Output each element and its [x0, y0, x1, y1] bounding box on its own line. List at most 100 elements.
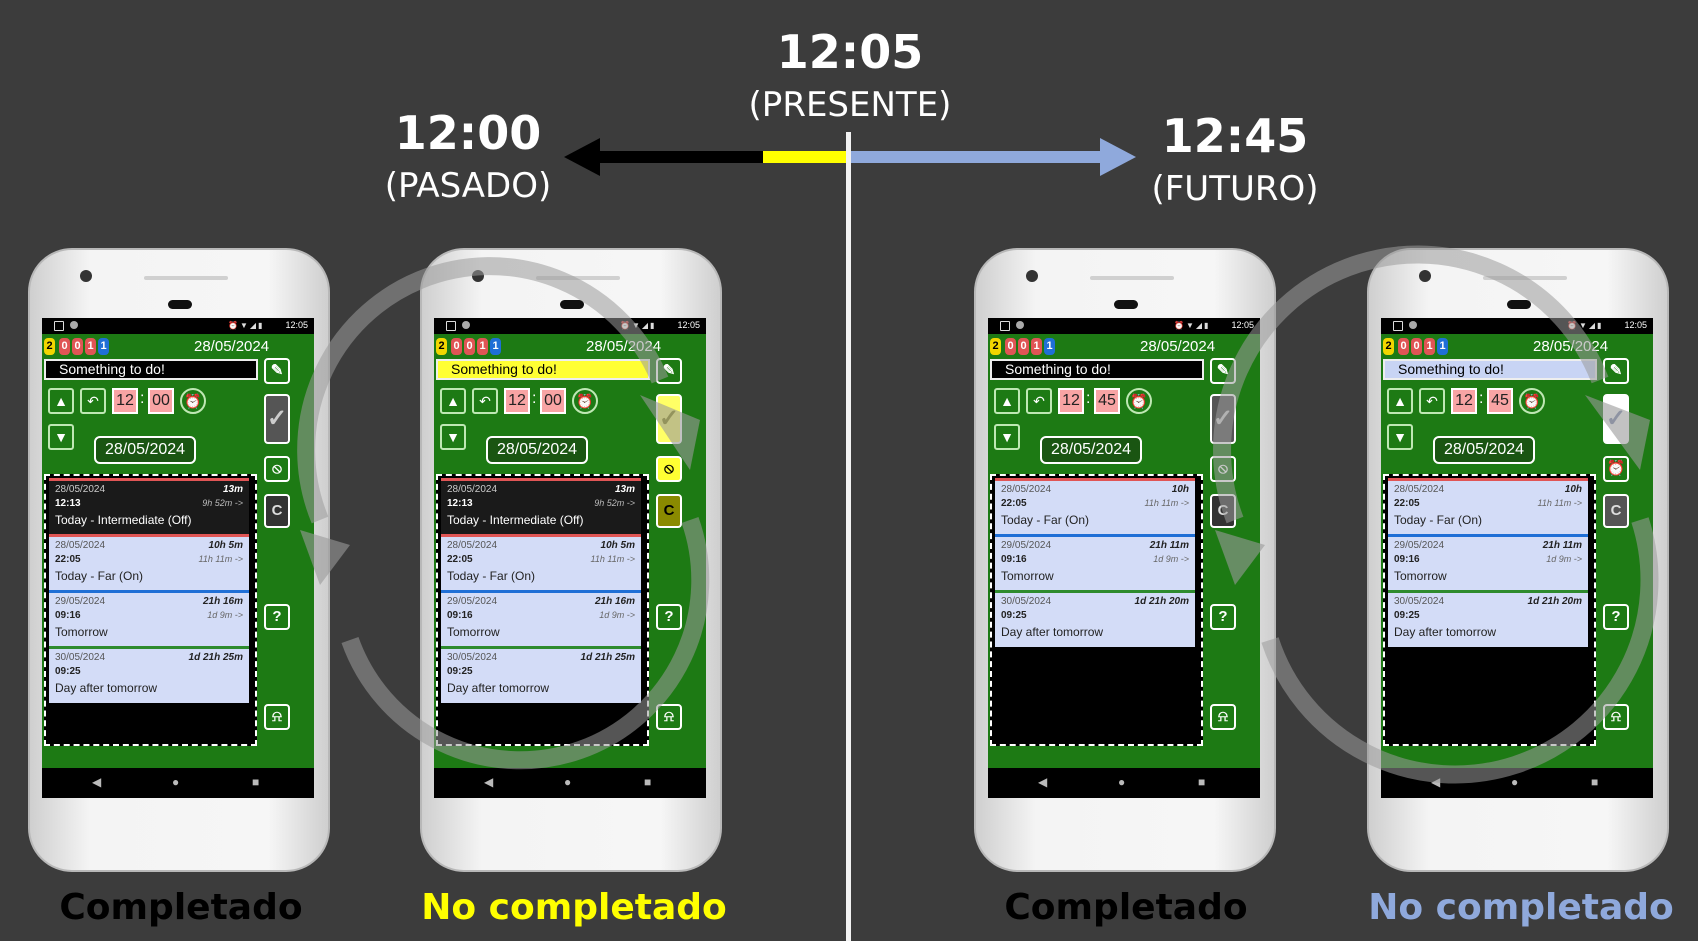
task-list: 28/05/2024 12:13 Today - Intermediate (Off… — [44, 474, 257, 746]
alarm-add-icon[interactable]: ⏰ — [1519, 388, 1545, 414]
clear-button[interactable]: C — [1603, 494, 1629, 528]
task-input[interactable]: Something to do! — [44, 359, 258, 380]
list-item[interactable]: 28/05/2024 22:05 Today - Far (On) 10h 11h 11… — [995, 478, 1195, 535]
counter-badge: 0 — [1411, 338, 1422, 355]
back-icon[interactable]: ◀ — [484, 775, 493, 789]
check-icon[interactable]: ✓ — [656, 394, 682, 444]
help-button[interactable]: ? — [656, 604, 682, 630]
arrow-down-icon[interactable]: ▼ — [1387, 424, 1413, 450]
pencil-icon[interactable]: ✎ — [264, 358, 290, 384]
list-item[interactable]: 28/05/2024 12:13 Today - Intermediate (Off… — [441, 478, 641, 535]
minute-field[interactable]: 45 — [1094, 388, 1120, 414]
task-input[interactable]: Something to do! — [1383, 359, 1597, 380]
caption-future-not-completed: No completado — [1368, 887, 1674, 928]
arrow-down-icon[interactable]: ▼ — [994, 424, 1020, 450]
recents-icon[interactable]: ■ — [644, 775, 651, 789]
signal-icon: ⏰▼◢▮ — [1567, 321, 1604, 330]
header-date: 28/05/2024 — [1533, 338, 1609, 355]
clear-button[interactable]: C — [1210, 494, 1236, 528]
hour-field[interactable]: 12 — [1451, 388, 1477, 414]
list-item[interactable]: 29/05/2024 09:16 Tomorrow 21h 11m 1d 9m -> — [995, 534, 1195, 591]
status-time: 12:05 — [1231, 320, 1254, 330]
bell-off-icon[interactable]: ⍾ — [1210, 704, 1236, 730]
back-icon[interactable]: ◀ — [92, 775, 101, 789]
list-item[interactable]: 28/05/2024 22:05 Today - Far (On) 10h 5m 11h… — [49, 534, 249, 591]
arrow-up-icon[interactable]: ▲ — [1387, 388, 1413, 414]
list-item[interactable]: 30/05/2024 09:25 Day after tomorrow 1d 21h … — [995, 590, 1195, 647]
help-button[interactable]: ? — [1210, 604, 1236, 630]
bell-off-icon[interactable]: ⍾ — [656, 704, 682, 730]
minute-field[interactable]: 00 — [148, 388, 174, 414]
check-icon[interactable]: ✓ — [1603, 394, 1629, 444]
signal-icon: ⏰▼◢▮ — [228, 321, 265, 330]
minute-field[interactable]: 45 — [1487, 388, 1513, 414]
arrow-up-icon[interactable]: ▲ — [48, 388, 74, 414]
hour-field[interactable]: 12 — [504, 388, 530, 414]
home-icon[interactable]: ● — [1118, 775, 1125, 789]
undo-icon[interactable]: ↶ — [1419, 388, 1445, 414]
list-item[interactable]: 28/05/2024 22:05 Today - Far (On) 10h 5m 11h… — [441, 534, 641, 591]
back-icon[interactable]: ◀ — [1431, 775, 1440, 789]
pencil-icon[interactable]: ✎ — [1210, 358, 1236, 384]
check-icon[interactable]: ✓ — [264, 394, 290, 444]
alarm-add-icon[interactable]: ⏰ — [1126, 388, 1152, 414]
recents-icon[interactable]: ■ — [1198, 775, 1205, 789]
bell-off-icon[interactable]: ⍾ — [1603, 704, 1629, 730]
alarm-off-icon[interactable]: ⦸ — [264, 456, 290, 482]
arrow-up-icon[interactable]: ▲ — [994, 388, 1020, 414]
check-icon[interactable]: ✓ — [1210, 394, 1236, 444]
list-item[interactable]: 29/05/2024 09:16 Tomorrow 21h 16m 1d 9m -> — [441, 590, 641, 647]
recents-icon[interactable]: ■ — [1591, 775, 1598, 789]
list-item[interactable]: 30/05/2024 09:25 Day after tomorrow 1d 21h … — [49, 646, 249, 703]
help-button[interactable]: ? — [264, 604, 290, 630]
list-item[interactable]: 30/05/2024 09:25 Day after tomorrow 1d 21h … — [441, 646, 641, 703]
home-icon[interactable]: ● — [172, 775, 179, 789]
counter-badge: 1 — [1031, 338, 1042, 355]
undo-icon[interactable]: ↶ — [80, 388, 106, 414]
list-item[interactable]: 28/05/2024 22:05 Today - Far (On) 10h 11h 11… — [1388, 478, 1588, 535]
arrow-down-icon[interactable]: ▼ — [440, 424, 466, 450]
undo-icon[interactable]: ↶ — [1026, 388, 1052, 414]
pencil-icon[interactable]: ✎ — [656, 358, 682, 384]
item-date: 28/05/2024 — [1001, 484, 1052, 495]
item-time: 22:05 — [447, 554, 473, 565]
arrow-up-icon[interactable]: ▲ — [440, 388, 466, 414]
item-time: 09:25 — [55, 666, 81, 677]
item-remaining: 11h 11m -> — [590, 554, 635, 564]
speaker-grille — [1483, 276, 1567, 280]
undo-icon[interactable]: ↶ — [472, 388, 498, 414]
clear-button[interactable]: C — [656, 494, 682, 528]
hour-field[interactable]: 12 — [1058, 388, 1084, 414]
header-date: 28/05/2024 — [586, 338, 662, 355]
list-item[interactable]: 29/05/2024 09:16 Tomorrow 21h 16m 1d 9m -> — [49, 590, 249, 647]
list-item[interactable]: 29/05/2024 09:16 Tomorrow 21h 11m 1d 9m -> — [1388, 534, 1588, 591]
item-time: 22:05 — [1001, 498, 1027, 509]
camera-icon — [80, 270, 92, 282]
alarm-off-icon[interactable]: ⦸ — [1210, 456, 1236, 482]
date-field[interactable]: 28/05/2024 — [1433, 436, 1535, 464]
date-field[interactable]: 28/05/2024 — [1040, 436, 1142, 464]
recents-icon[interactable]: ■ — [252, 775, 259, 789]
date-field[interactable]: 28/05/2024 — [94, 436, 196, 464]
alarm-off-icon[interactable]: ⦸ — [656, 456, 682, 482]
minute-field[interactable]: 00 — [540, 388, 566, 414]
bell-off-icon[interactable]: ⍾ — [264, 704, 290, 730]
home-icon[interactable]: ● — [1511, 775, 1518, 789]
pencil-icon[interactable]: ✎ — [1603, 358, 1629, 384]
help-button[interactable]: ? — [1603, 604, 1629, 630]
list-item[interactable]: 28/05/2024 12:13 Today - Intermediate (Off… — [49, 478, 249, 535]
task-input[interactable]: Something to do! — [436, 359, 650, 380]
hour-field[interactable]: 12 — [112, 388, 138, 414]
present-label: (PRESENTE) — [748, 85, 952, 125]
task-input[interactable]: Something to do! — [990, 359, 1204, 380]
list-item[interactable]: 30/05/2024 09:25 Day after tomorrow 1d 21h … — [1388, 590, 1588, 647]
clear-button[interactable]: C — [264, 494, 290, 528]
home-icon[interactable]: ● — [564, 775, 571, 789]
date-field[interactable]: 28/05/2024 — [486, 436, 588, 464]
alarm-on-icon[interactable]: ⏰ — [1603, 456, 1629, 482]
alarm-add-icon[interactable]: ⏰ — [180, 388, 206, 414]
earpiece — [1114, 300, 1138, 309]
alarm-add-icon[interactable]: ⏰ — [572, 388, 598, 414]
arrow-down-icon[interactable]: ▼ — [48, 424, 74, 450]
back-icon[interactable]: ◀ — [1038, 775, 1047, 789]
